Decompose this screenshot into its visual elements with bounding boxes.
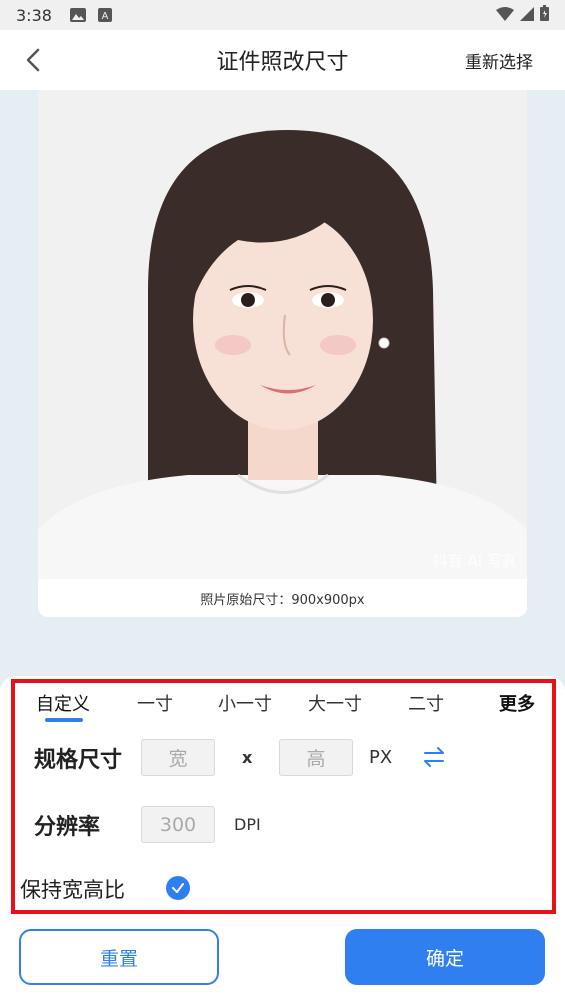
width-input[interactable]: 宽 [141, 739, 215, 776]
signal-icon [520, 6, 534, 25]
tab-more[interactable]: 更多 [499, 686, 535, 720]
swap-arrows-icon[interactable] [421, 744, 447, 770]
photo-size-caption: 照片原始尺寸：900x900px [200, 592, 365, 608]
dpi-input[interactable]: 300 [141, 806, 215, 843]
checkmark-icon[interactable] [166, 876, 190, 900]
confirm-button[interactable]: 确定 [345, 929, 545, 985]
preview-area: 抖音 AI 写真 照片原始尺寸：900x900px [0, 90, 565, 690]
battery-icon [540, 5, 549, 25]
height-input[interactable]: 高 [279, 739, 353, 776]
notification-a-icon: A [97, 8, 112, 22]
tab-small-1inch[interactable]: 小一寸 [218, 686, 272, 720]
reselect-button[interactable]: 重新选择 [465, 48, 533, 73]
resolution-label: 分辨率 [34, 815, 101, 840]
id-photo: 抖音 AI 写真 [38, 90, 527, 579]
watermark: 抖音 AI 写真 [432, 552, 517, 570]
tab-custom[interactable]: 自定义 [36, 686, 90, 720]
px-unit: PX [369, 747, 393, 768]
size-tabs: 自定义 一寸 小一寸 大一寸 二寸 更多 [18, 686, 548, 726]
photo-card: 抖音 AI 写真 照片原始尺寸：900x900px [38, 90, 527, 617]
status-bar: 3:38 A [0, 0, 565, 30]
reset-button[interactable]: 重置 [19, 929, 219, 985]
times-sign: x [242, 748, 253, 767]
size-label: 规格尺寸 [34, 748, 123, 773]
status-time: 3:38 [16, 5, 52, 25]
tab-indicator [45, 718, 83, 722]
image-icon [69, 8, 86, 22]
tab-large-1inch[interactable]: 大一寸 [308, 686, 362, 720]
nav-bar: 证件照改尺寸 重新选择 [0, 30, 565, 90]
dpi-unit: DPI [234, 815, 261, 834]
keep-ratio-label: 保持宽高比 [20, 878, 125, 902]
tab-2inch[interactable]: 二寸 [408, 686, 444, 720]
svg-text:A: A [102, 11, 109, 22]
tab-1inch[interactable]: 一寸 [137, 686, 173, 720]
wifi-icon [496, 6, 514, 25]
